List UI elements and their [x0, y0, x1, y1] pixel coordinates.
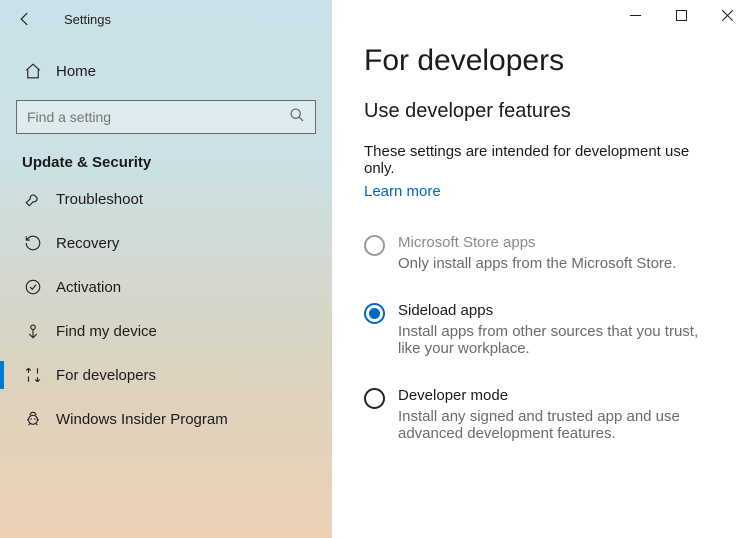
- option-title: Microsoft Store apps: [398, 234, 676, 251]
- option-desc: Install any signed and trusted app and u…: [398, 408, 716, 442]
- option-desc: Install apps from other sources that you…: [398, 323, 716, 357]
- page-desc: These settings are intended for developm…: [364, 143, 716, 177]
- radio-icon: [364, 388, 385, 409]
- search-box[interactable]: [16, 100, 316, 134]
- titlebar: [612, 0, 750, 30]
- sidebar-item-troubleshoot[interactable]: Troubleshoot: [0, 177, 332, 221]
- nav-list: Troubleshoot Recovery Activation Find my…: [0, 177, 332, 441]
- radio-icon: [364, 235, 385, 256]
- sidebar-item-windows-insider[interactable]: Windows Insider Program: [0, 397, 332, 441]
- main-content: For developers Use developer features Th…: [332, 0, 750, 538]
- sidebar-item-recovery[interactable]: Recovery: [0, 221, 332, 265]
- wrench-icon: [24, 190, 42, 208]
- tools-icon: [24, 366, 42, 384]
- close-button[interactable]: [704, 0, 750, 30]
- minimize-button[interactable]: [612, 0, 658, 30]
- learn-more-link[interactable]: Learn more: [364, 183, 441, 200]
- sidebar-item-label: Recovery: [56, 235, 119, 252]
- search-input[interactable]: [27, 109, 289, 125]
- check-circle-icon: [24, 278, 42, 296]
- sidebar-item-label: For developers: [56, 367, 156, 384]
- option-store-apps[interactable]: Microsoft Store apps Only install apps f…: [364, 224, 716, 288]
- radio-icon: [364, 303, 385, 324]
- location-icon: [24, 322, 42, 340]
- page-subhead: Use developer features: [364, 100, 716, 123]
- option-developer-mode[interactable]: Developer mode Install any signed and tr…: [364, 377, 716, 458]
- sidebar-item-activation[interactable]: Activation: [0, 265, 332, 309]
- bug-icon: [24, 410, 42, 428]
- sidebar-item-label: Troubleshoot: [56, 191, 143, 208]
- sidebar: Settings Home Update & Security Troubles…: [0, 0, 332, 538]
- search-icon: [289, 107, 305, 128]
- sidebar-item-home[interactable]: Home: [0, 52, 332, 90]
- sidebar-item-label: Home: [56, 63, 96, 80]
- sidebar-item-label: Find my device: [56, 323, 157, 340]
- sidebar-item-for-developers[interactable]: For developers: [0, 353, 332, 397]
- maximize-button[interactable]: [658, 0, 704, 30]
- back-button[interactable]: [16, 10, 34, 33]
- home-icon: [24, 62, 42, 80]
- section-title: Update & Security: [22, 154, 332, 171]
- sidebar-item-label: Windows Insider Program: [56, 411, 228, 428]
- option-desc: Only install apps from the Microsoft Sto…: [398, 255, 676, 272]
- history-icon: [24, 234, 42, 252]
- sidebar-item-find-my-device[interactable]: Find my device: [0, 309, 332, 353]
- page-title: For developers: [364, 44, 716, 78]
- window-title: Settings: [64, 12, 111, 27]
- option-title: Sideload apps: [398, 302, 716, 319]
- sidebar-item-label: Activation: [56, 279, 121, 296]
- option-sideload-apps[interactable]: Sideload apps Install apps from other so…: [364, 292, 716, 373]
- option-title: Developer mode: [398, 387, 716, 404]
